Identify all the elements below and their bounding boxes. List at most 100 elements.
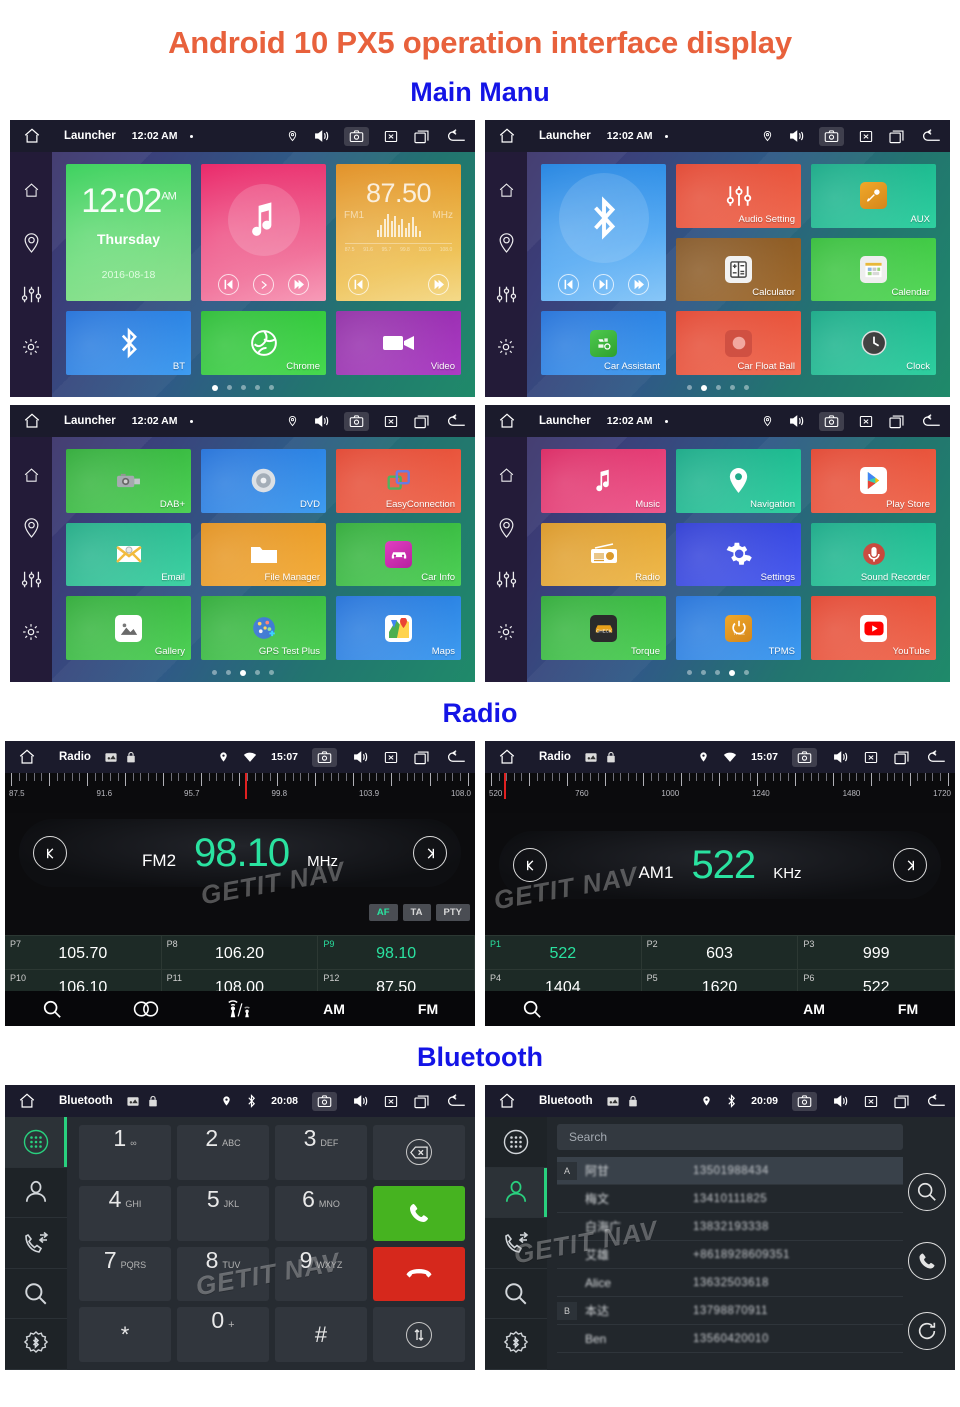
tile-music[interactable]: Music xyxy=(541,449,666,513)
navigation-icon[interactable] xyxy=(497,517,516,538)
navigation-icon[interactable] xyxy=(22,232,41,253)
screenshot-icon[interactable] xyxy=(344,126,369,146)
key-4[interactable]: 4 GHI xyxy=(79,1185,171,1241)
list-item[interactable]: 艾雄 +8618928609351 xyxy=(557,1241,903,1269)
home-icon[interactable] xyxy=(497,1092,517,1110)
location-pin-icon[interactable] xyxy=(218,750,229,764)
back-icon[interactable] xyxy=(446,128,467,144)
location-pin-icon[interactable] xyxy=(221,1094,232,1108)
home-icon[interactable] xyxy=(497,748,517,766)
location-pin-icon[interactable] xyxy=(287,414,298,428)
location-pin-icon[interactable] xyxy=(698,750,709,764)
bluetooth-icon[interactable] xyxy=(726,1094,737,1108)
tile-maps[interactable]: Maps xyxy=(336,596,461,660)
am-button[interactable]: AM xyxy=(767,1001,861,1017)
back-icon[interactable] xyxy=(446,413,467,429)
key-9[interactable]: 9 WXYZ xyxy=(275,1246,367,1302)
volume-icon[interactable] xyxy=(831,749,849,765)
key-transfer[interactable] xyxy=(373,1307,465,1362)
stereo-button[interactable] xyxy=(99,1000,193,1018)
home-icon[interactable] xyxy=(22,182,41,199)
tile-torque[interactable]: CHECK Torque xyxy=(541,596,666,660)
key-star[interactable]: * xyxy=(79,1307,171,1362)
recents-icon[interactable] xyxy=(893,750,912,765)
am-button[interactable]: AM xyxy=(287,1001,381,1017)
rail-call-history[interactable] xyxy=(5,1218,67,1269)
tile-settings[interactable]: Settings xyxy=(676,522,801,587)
back-icon[interactable] xyxy=(926,749,947,765)
tile-easyconnection[interactable]: EasyConnection xyxy=(336,449,461,513)
screenshot-icon[interactable] xyxy=(792,747,817,767)
key-1[interactable]: 1 ∞ xyxy=(79,1125,171,1180)
close-icon[interactable] xyxy=(858,129,874,144)
screenshot-icon[interactable] xyxy=(819,126,844,146)
seek-next-button[interactable] xyxy=(893,848,927,882)
gear-icon[interactable] xyxy=(21,622,41,642)
tile-chrome[interactable]: Chrome xyxy=(201,311,326,375)
search-input[interactable]: Search xyxy=(557,1124,903,1150)
close-icon[interactable] xyxy=(858,414,874,429)
contacts-search-button[interactable] xyxy=(908,1172,946,1211)
rail-contacts[interactable] xyxy=(485,1167,547,1219)
rail-dialpad[interactable] xyxy=(485,1117,547,1168)
equalizer-icon[interactable] xyxy=(496,285,517,304)
back-icon[interactable] xyxy=(921,413,942,429)
home-icon[interactable] xyxy=(497,467,516,484)
ta-button[interactable]: TA xyxy=(402,904,431,921)
volume-icon[interactable] xyxy=(312,128,330,144)
navigation-icon[interactable] xyxy=(22,517,41,538)
key-2[interactable]: 2 ABC xyxy=(177,1125,269,1180)
play-icon[interactable] xyxy=(253,274,274,296)
tile-calendar[interactable]: Calendar xyxy=(811,237,936,302)
tile-gallery[interactable]: Gallery xyxy=(66,596,191,660)
tile-dab[interactable]: DAB+ xyxy=(66,449,191,513)
tile-sound-recorder[interactable]: Sound Recorder xyxy=(811,522,936,587)
key-hash[interactable]: # xyxy=(275,1307,367,1362)
recents-icon[interactable] xyxy=(888,129,907,144)
rail-call-history[interactable] xyxy=(485,1218,547,1269)
scan-button[interactable] xyxy=(485,999,579,1019)
call-button[interactable] xyxy=(373,1185,465,1241)
key-0[interactable]: 0 + xyxy=(177,1307,269,1362)
widget-music[interactable] xyxy=(201,164,326,302)
tile-play-store[interactable]: Play Store xyxy=(811,449,936,513)
seek-prev-button[interactable] xyxy=(513,848,547,882)
close-icon[interactable] xyxy=(383,129,399,144)
play-pause-icon[interactable] xyxy=(593,274,614,296)
back-icon[interactable] xyxy=(926,1093,947,1109)
list-item[interactable]: A 阿甘 13501988434 xyxy=(557,1157,903,1185)
tile-radio[interactable]: Radio xyxy=(541,522,666,587)
tile-car-assistant[interactable]: Car Assistant xyxy=(541,311,666,375)
next-icon[interactable] xyxy=(628,274,649,296)
local-distant-button[interactable] xyxy=(193,999,287,1019)
key-8[interactable]: 8 TUV xyxy=(177,1246,269,1302)
key-6[interactable]: 6 MNO xyxy=(275,1185,367,1241)
location-pin-icon[interactable] xyxy=(287,129,298,143)
tile-dvd[interactable]: DVD xyxy=(201,449,326,513)
back-icon[interactable] xyxy=(446,749,467,765)
close-icon[interactable] xyxy=(383,750,399,765)
preset-p1[interactable]: P1 522 xyxy=(485,936,642,969)
tile-audio-setting[interactable]: Audio Setting xyxy=(676,164,801,228)
key-backspace[interactable] xyxy=(373,1125,465,1180)
recents-icon[interactable] xyxy=(413,1094,432,1109)
recents-icon[interactable] xyxy=(413,414,432,429)
tile-youtube[interactable]: YouTube xyxy=(811,596,936,660)
wifi-icon[interactable] xyxy=(243,751,257,763)
volume-icon[interactable] xyxy=(351,749,369,765)
tile-clock[interactable]: Clock xyxy=(811,311,936,375)
location-pin-icon[interactable] xyxy=(762,414,773,428)
wifi-icon[interactable] xyxy=(723,751,737,763)
seek-prev-button[interactable] xyxy=(33,836,67,870)
key-7[interactable]: 7 PQRS xyxy=(79,1246,171,1302)
rail-contacts[interactable] xyxy=(5,1168,67,1219)
gear-icon[interactable] xyxy=(496,622,516,642)
tile-video[interactable]: Video xyxy=(336,311,461,375)
close-icon[interactable] xyxy=(383,414,399,429)
list-item[interactable]: 白海广 13832193338 xyxy=(557,1213,903,1241)
tile-tpms[interactable]: TPMS TPMS xyxy=(676,596,801,660)
equalizer-icon[interactable] xyxy=(21,570,42,589)
seek-next-button[interactable] xyxy=(413,836,447,870)
pty-button[interactable]: PTY xyxy=(435,904,470,921)
home-icon[interactable] xyxy=(497,182,516,199)
